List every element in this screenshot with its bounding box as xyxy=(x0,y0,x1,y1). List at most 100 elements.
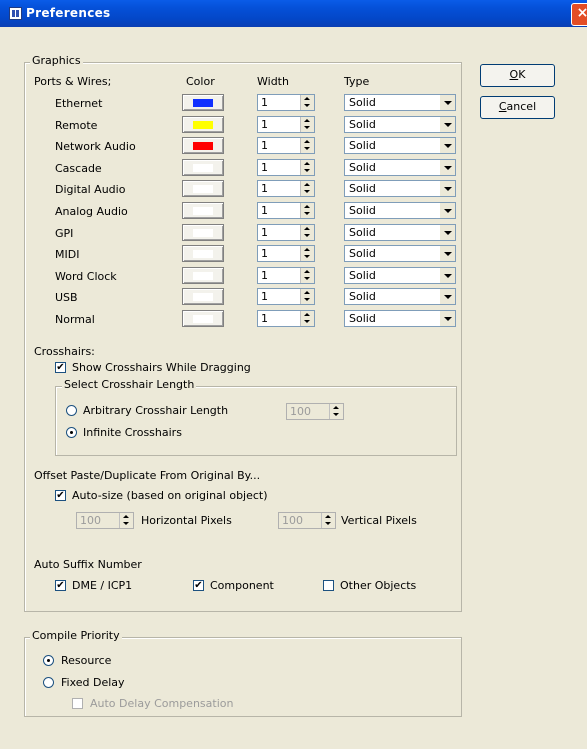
type-value-usb: Solid xyxy=(349,290,376,303)
arbitrary-crosshair-label: Arbitrary Crosshair Length xyxy=(83,404,229,417)
width-header: Width xyxy=(257,75,289,88)
stepper-arrows-icon[interactable] xyxy=(300,311,314,326)
cancel-button[interactable]: Cancel xyxy=(480,96,555,119)
chevron-down-icon[interactable] xyxy=(440,311,455,326)
chevron-down-icon[interactable] xyxy=(440,289,455,304)
app-icon xyxy=(9,7,22,20)
color-button-digital-audio[interactable] xyxy=(182,180,224,197)
width-stepper-usb[interactable]: 1 xyxy=(257,288,315,305)
chevron-down-icon[interactable] xyxy=(440,181,455,196)
type-select-gpi[interactable]: Solid xyxy=(344,224,456,241)
color-button-usb[interactable] xyxy=(182,288,224,305)
type-select-analog-audio[interactable]: Solid xyxy=(344,202,456,219)
width-value-usb: 1 xyxy=(261,290,268,303)
width-stepper-ethernet[interactable]: 1 xyxy=(257,94,315,111)
compile-priority-legend: Compile Priority xyxy=(30,629,122,642)
type-select-remote[interactable]: Solid xyxy=(344,116,456,133)
width-stepper-gpi[interactable]: 1 xyxy=(257,224,315,241)
chevron-down-icon[interactable] xyxy=(440,225,455,240)
width-stepper-word-clock[interactable]: 1 xyxy=(257,267,315,284)
row-label-network-audio: Network Audio xyxy=(55,140,136,153)
chevron-down-icon[interactable] xyxy=(440,268,455,283)
color-button-remote[interactable] xyxy=(182,116,224,133)
crosshair-length-stepper: 100 xyxy=(286,403,344,420)
arbitrary-crosshair-radio[interactable] xyxy=(66,405,77,416)
autosize-label: Auto-size (based on original object) xyxy=(72,489,268,502)
component-checkbox[interactable]: ✔ xyxy=(193,580,204,591)
chevron-down-icon[interactable] xyxy=(440,203,455,218)
row-label-gpi: GPI xyxy=(55,227,74,240)
width-value-cascade: 1 xyxy=(261,161,268,174)
width-stepper-remote[interactable]: 1 xyxy=(257,116,315,133)
close-button[interactable]: × xyxy=(571,3,587,26)
type-value-digital-audio: Solid xyxy=(349,182,376,195)
width-stepper-analog-audio[interactable]: 1 xyxy=(257,202,315,219)
offset-paste-label: Offset Paste/Duplicate From Original By.… xyxy=(34,469,261,482)
type-value-word-clock: Solid xyxy=(349,269,376,282)
type-select-midi[interactable]: Solid xyxy=(344,245,456,262)
stepper-arrows-icon[interactable] xyxy=(300,181,314,196)
type-select-normal[interactable]: Solid xyxy=(344,310,456,327)
color-button-analog-audio[interactable] xyxy=(182,202,224,219)
type-select-network-audio[interactable]: Solid xyxy=(344,137,456,154)
stepper-arrows-icon[interactable] xyxy=(300,289,314,304)
color-button-gpi[interactable] xyxy=(182,224,224,241)
width-value-ethernet: 1 xyxy=(261,96,268,109)
ports-wires-header: Ports & Wires; xyxy=(34,75,112,88)
crosshairs-label: Crosshairs: xyxy=(34,345,95,358)
vertical-pixels-value: 100 xyxy=(282,514,303,527)
fixed-delay-radio[interactable] xyxy=(43,677,54,688)
crosshair-length-value: 100 xyxy=(290,405,311,418)
width-stepper-network-audio[interactable]: 1 xyxy=(257,137,315,154)
color-button-cascade[interactable] xyxy=(182,159,224,176)
auto-delay-label: Auto Delay Compensation xyxy=(90,697,234,710)
chevron-down-icon[interactable] xyxy=(440,117,455,132)
stepper-arrows-icon[interactable] xyxy=(300,95,314,110)
infinite-crosshairs-label: Infinite Crosshairs xyxy=(83,426,182,439)
component-label: Component xyxy=(210,579,274,592)
width-stepper-cascade[interactable]: 1 xyxy=(257,159,315,176)
crosshair-length-legend: Select Crosshair Length xyxy=(62,378,197,391)
width-stepper-normal[interactable]: 1 xyxy=(257,310,315,327)
type-select-usb[interactable]: Solid xyxy=(344,288,456,305)
auto-delay-checkbox xyxy=(72,698,83,709)
type-select-ethernet[interactable]: Solid xyxy=(344,94,456,111)
graphics-legend: Graphics xyxy=(30,54,83,67)
ok-button[interactable]: OK xyxy=(480,64,555,87)
other-objects-label: Other Objects xyxy=(340,579,417,592)
stepper-arrows-icon[interactable] xyxy=(300,268,314,283)
infinite-crosshairs-radio[interactable] xyxy=(66,427,77,438)
color-swatch-network-audio xyxy=(193,142,213,150)
color-header: Color xyxy=(186,75,215,88)
dme-checkbox[interactable]: ✔ xyxy=(55,580,66,591)
show-crosshairs-checkbox[interactable]: ✔ xyxy=(55,362,66,373)
color-button-normal[interactable] xyxy=(182,310,224,327)
chevron-down-icon[interactable] xyxy=(440,95,455,110)
title-bar[interactable]: Preferences × xyxy=(0,0,587,27)
stepper-arrows-icon[interactable] xyxy=(300,225,314,240)
chevron-down-icon[interactable] xyxy=(440,160,455,175)
stepper-arrows-icon[interactable] xyxy=(300,246,314,261)
stepper-arrows-icon[interactable] xyxy=(300,138,314,153)
chevron-down-icon[interactable] xyxy=(440,138,455,153)
other-objects-checkbox[interactable] xyxy=(323,580,334,591)
color-swatch-analog-audio xyxy=(193,207,213,215)
color-button-ethernet[interactable] xyxy=(182,94,224,111)
stepper-arrows-icon[interactable] xyxy=(300,203,314,218)
color-button-midi[interactable] xyxy=(182,245,224,262)
type-select-word-clock[interactable]: Solid xyxy=(344,267,456,284)
type-value-ethernet: Solid xyxy=(349,96,376,109)
width-stepper-midi[interactable]: 1 xyxy=(257,245,315,262)
width-stepper-digital-audio[interactable]: 1 xyxy=(257,180,315,197)
type-select-digital-audio[interactable]: Solid xyxy=(344,180,456,197)
stepper-arrows-icon[interactable] xyxy=(300,160,314,175)
row-label-ethernet: Ethernet xyxy=(55,97,103,110)
chevron-down-icon[interactable] xyxy=(440,246,455,261)
width-value-midi: 1 xyxy=(261,247,268,260)
autosize-checkbox[interactable]: ✔ xyxy=(55,490,66,501)
resource-radio[interactable] xyxy=(43,655,54,666)
color-button-word-clock[interactable] xyxy=(182,267,224,284)
color-button-network-audio[interactable] xyxy=(182,137,224,154)
stepper-arrows-icon[interactable] xyxy=(300,117,314,132)
type-select-cascade[interactable]: Solid xyxy=(344,159,456,176)
